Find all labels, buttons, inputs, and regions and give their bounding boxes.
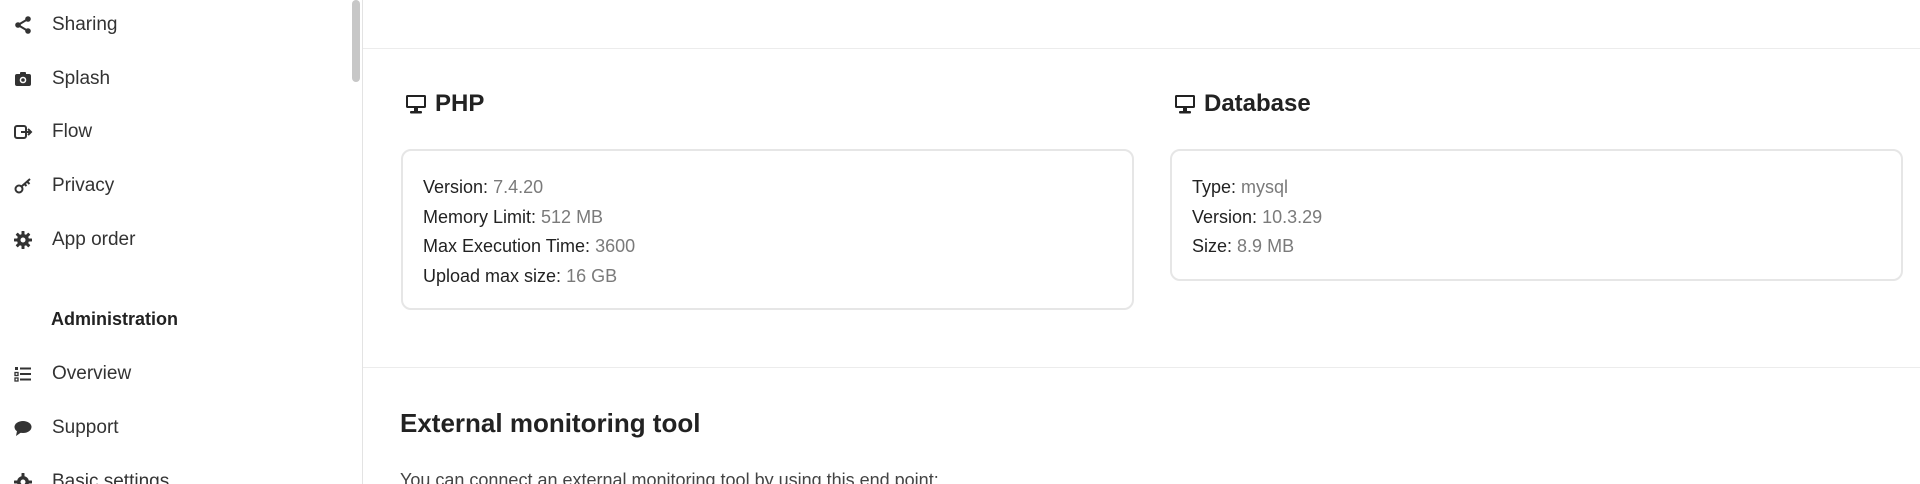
database-info-card: Type: mysql Version: 10.3.29 Size: 8.9 M… [1170, 149, 1903, 281]
sidebar-item-label: Support [52, 417, 119, 438]
sidebar-item-label: Splash [52, 68, 111, 89]
sidebar-item-sharing[interactable]: Sharing [0, 3, 345, 47]
key-icon [12, 175, 34, 197]
info-value: 8.9 MB [1237, 236, 1295, 256]
php-max-execution-row: Max Execution Time: 3600 [423, 232, 1112, 262]
info-key: Type: [1192, 177, 1237, 197]
main-content: PHP Version: 7.4.20 Memory Limit: 512 MB… [363, 0, 1920, 484]
info-value: 10.3.29 [1262, 206, 1323, 227]
flow-icon [12, 121, 34, 143]
info-key: Version: [1192, 206, 1258, 227]
info-value: 7.4.20 [493, 177, 544, 197]
monitor-icon [1174, 93, 1196, 115]
sidebar-item-splash[interactable]: Splash [0, 57, 345, 101]
sidebar-item-app-order[interactable]: App order [0, 218, 345, 262]
database-title: Database [1174, 90, 1311, 118]
gear-icon [12, 229, 34, 251]
php-version-row: Version: 7.4.20 [423, 173, 1112, 203]
sidebar-section-heading: Administration [51, 309, 179, 329]
monitor-icon [405, 93, 427, 115]
info-value: 16 GB [566, 265, 618, 286]
sidebar-item-label: Basic settings [52, 471, 170, 484]
monitoring-section-title: External monitoring tool [400, 408, 701, 438]
php-info-card: Version: 7.4.20 Memory Limit: 512 MB Max… [401, 149, 1134, 310]
settings-sidebar: Sharing Splash Flow Privacy App order Ad… [0, 0, 363, 484]
sidebar-scrollbar[interactable] [352, 0, 360, 82]
info-key: Size: [1192, 236, 1233, 256]
chat-bubble-icon [12, 417, 34, 439]
sidebar-item-basic-settings[interactable]: Basic settings [0, 460, 345, 484]
sidebar-item-flow[interactable]: Flow [0, 110, 345, 154]
section-divider [363, 48, 1920, 49]
php-title-text: PHP [435, 90, 485, 117]
sidebar-item-label: Flow [52, 121, 93, 142]
info-value: 3600 [595, 236, 636, 256]
camera-icon [12, 68, 34, 90]
info-value: mysql [1241, 177, 1289, 197]
info-key: Memory Limit: [423, 206, 537, 227]
database-version-row: Version: 10.3.29 [1192, 203, 1881, 233]
php-memory-limit-row: Memory Limit: 512 MB [423, 203, 1112, 233]
settings-app: Sharing Splash Flow Privacy App order Ad… [0, 0, 1920, 484]
list-icon [12, 363, 34, 385]
sidebar-item-label: Overview [52, 363, 132, 384]
sidebar-item-label: Sharing [52, 14, 118, 35]
section-divider [363, 367, 1920, 368]
database-type-row: Type: mysql [1192, 173, 1881, 203]
sidebar-item-support[interactable]: Support [0, 406, 345, 450]
sidebar-item-label: Privacy [52, 175, 115, 196]
database-title-text: Database [1204, 90, 1311, 117]
php-title: PHP [405, 90, 484, 118]
info-key: Max Execution Time: [423, 236, 591, 256]
monitoring-description: You can connect an external monitoring t… [400, 470, 939, 484]
database-size-row: Size: 8.9 MB [1192, 232, 1881, 262]
sidebar-item-overview[interactable]: Overview [0, 352, 345, 396]
info-key: Version: [423, 177, 489, 197]
sidebar-item-label: App order [52, 229, 136, 250]
share-icon [12, 14, 34, 36]
info-key: Upload max size: [423, 265, 562, 286]
php-upload-max-row: Upload max size: 16 GB [423, 262, 1112, 292]
gear-icon [12, 471, 34, 484]
info-value: 512 MB [541, 206, 604, 227]
sidebar-item-privacy[interactable]: Privacy [0, 164, 345, 208]
